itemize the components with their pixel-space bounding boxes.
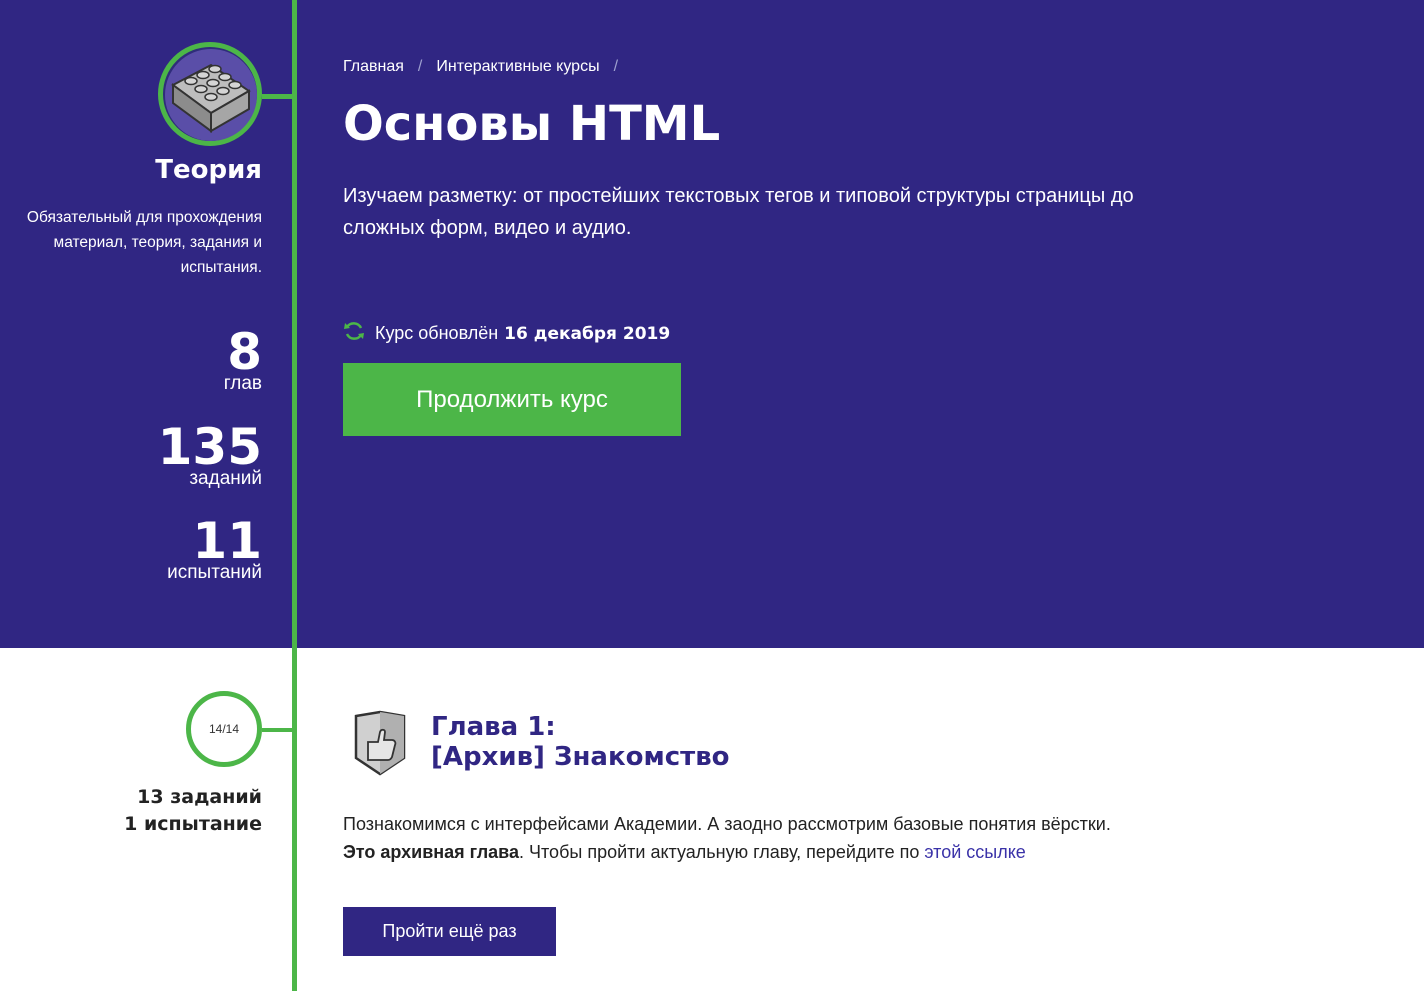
timeline-connector [262, 728, 294, 732]
stat-trials: 11 испытаний [167, 512, 262, 583]
chapter-desc-text: Познакомимся с интерфейсами Академии. А … [343, 814, 1111, 834]
archive-text: . Чтобы пройти актуальную главу, перейди… [519, 842, 925, 862]
breadcrumb-courses-link[interactable]: Интерактивные курсы [436, 58, 599, 76]
stat-label: испытаний [167, 562, 262, 583]
course-description: Изучаем разметку: от простейших текстовы… [343, 185, 1134, 239]
breadcrumb-home-link[interactable]: Главная [343, 58, 404, 76]
stat-number: 8 [227, 323, 262, 381]
thumbs-up-shield-icon [352, 710, 408, 776]
stat-label: глав [223, 373, 262, 394]
retry-chapter-button[interactable]: Пройти ещё раз [343, 907, 556, 956]
updated-label: Курс обновлён [375, 323, 499, 343]
lego-brick-icon [158, 42, 262, 146]
stat-tasks: 135 заданий [157, 418, 262, 489]
course-updated: Курс обновлён 16 декабря 2019 [343, 320, 670, 347]
chapter-description: Познакомимся с интерфейсами Академии. А … [343, 810, 1343, 866]
timeline-connector [262, 94, 294, 99]
chapter-trials-count: 1 испытание [124, 813, 262, 835]
chapter-counts: 13 заданий 1 испытание [124, 784, 262, 838]
breadcrumb: Главная / Интерактивные курсы / [343, 58, 632, 76]
breadcrumb-separator: / [417, 58, 423, 75]
theory-title: Теория [155, 155, 262, 185]
archive-link[interactable]: этой ссылке [924, 842, 1025, 862]
breadcrumb-separator: / [613, 58, 619, 75]
chapter-name: [Архив] Знакомство [431, 742, 730, 772]
theory-description: Обязательный для прохождения материал, т… [26, 209, 262, 276]
archive-notice: Это архивная глава [343, 842, 520, 862]
chapter-title[interactable]: Глава 1: [Архив] Знакомство [431, 712, 730, 772]
refresh-icon [343, 320, 365, 347]
chapter-progress: 14/14 [186, 691, 262, 767]
chapter-tasks-count: 13 заданий [137, 786, 262, 808]
page-title: Основы HTML [343, 96, 721, 152]
stat-number: 135 [157, 418, 262, 476]
continue-course-button[interactable]: Продолжить курс [343, 363, 681, 436]
chapter-number: Глава 1: [431, 712, 556, 742]
timeline-line [292, 0, 297, 991]
stat-number: 11 [192, 512, 262, 570]
stat-chapters: 8 глав [223, 323, 262, 394]
updated-date: 16 декабря 2019 [504, 323, 671, 344]
